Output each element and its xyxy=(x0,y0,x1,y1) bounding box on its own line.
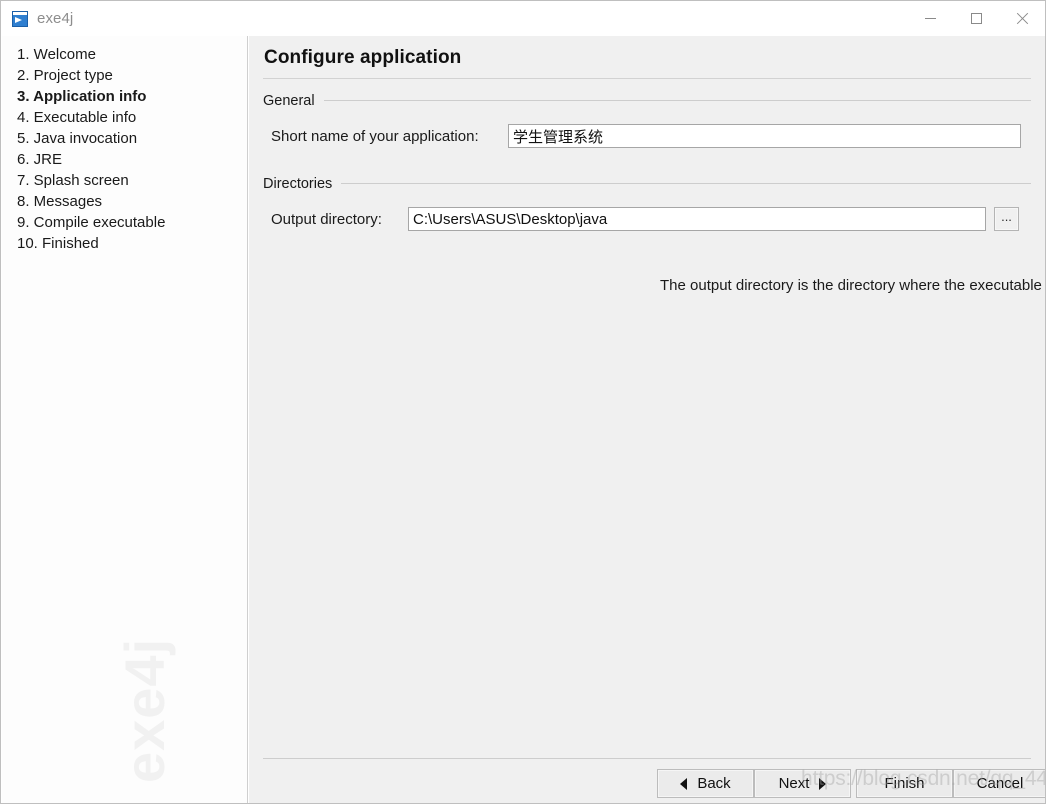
exe4j-brand-watermark: exe4j xyxy=(113,637,176,783)
arrow-right-icon xyxy=(819,777,827,790)
sidebar-item-java-invocation[interactable]: 5. Java invocation xyxy=(17,128,242,149)
finish-button-label: Finish xyxy=(884,775,925,792)
section-header-general: General xyxy=(263,92,1031,109)
sidebar-item-splash-screen[interactable]: 7. Splash screen xyxy=(17,170,242,191)
close-icon xyxy=(1016,12,1029,25)
back-button[interactable]: Back xyxy=(657,769,754,798)
next-button-label: Next xyxy=(778,775,810,792)
maximize-button[interactable] xyxy=(953,1,999,36)
footer-divider xyxy=(263,758,1031,759)
section-rule xyxy=(341,183,1031,184)
exe4j-wizard-window: exe4j 1. Welcome 2. Project type 3. Appl… xyxy=(0,0,1046,804)
finish-button[interactable]: Finish xyxy=(856,769,953,798)
sidebar-item-messages[interactable]: 8. Messages xyxy=(17,191,242,212)
sidebar-item-executable-info[interactable]: 4. Executable info xyxy=(17,107,242,128)
section-label-general: General xyxy=(263,92,315,109)
short-name-input[interactable]: 学生管理系统 xyxy=(508,124,1021,148)
short-name-label: Short name of your application: xyxy=(271,127,479,145)
sidebar-item-jre[interactable]: 6. JRE xyxy=(17,149,242,170)
close-button[interactable] xyxy=(999,1,1045,36)
sidebar-item-finished[interactable]: 10. Finished xyxy=(17,233,242,254)
sidebar-item-application-info[interactable]: 3. Application info xyxy=(17,86,242,107)
title-bar: exe4j xyxy=(1,1,1045,36)
exe4j-app-icon xyxy=(12,10,28,27)
back-button-label: Back xyxy=(697,775,731,792)
step-list: 1. Welcome 2. Project type 3. Applicatio… xyxy=(17,44,242,254)
next-button[interactable]: Next xyxy=(754,769,851,798)
output-directory-hint: The output directory is the directory wh… xyxy=(660,277,1045,294)
window-title: exe4j xyxy=(37,10,74,27)
sidebar-item-project-type[interactable]: 2. Project type xyxy=(17,65,242,86)
wizard-step-sidebar: 1. Welcome 2. Project type 3. Applicatio… xyxy=(2,36,248,803)
main-panel: Configure application General Short name… xyxy=(249,36,1045,803)
cancel-button[interactable]: Cancel xyxy=(953,769,1045,798)
title-divider xyxy=(263,78,1031,79)
section-rule xyxy=(323,100,1031,101)
short-name-row: Short name of your application: 学生管理系统 xyxy=(271,124,1037,148)
maximize-icon xyxy=(970,13,982,24)
sidebar-item-compile-executable[interactable]: 9. Compile executable xyxy=(17,212,242,233)
output-directory-input[interactable]: C:\Users\ASUS\Desktop\java xyxy=(408,207,986,231)
page-title: Configure application xyxy=(264,47,462,68)
window-controls xyxy=(907,1,1045,36)
output-directory-row: Output directory: C:\Users\ASUS\Desktop\… xyxy=(271,207,1037,231)
sidebar-item-welcome[interactable]: 1. Welcome xyxy=(17,44,242,65)
arrow-left-icon xyxy=(680,777,688,790)
minimize-icon xyxy=(924,18,936,19)
minimize-button[interactable] xyxy=(907,1,953,36)
cancel-button-label: Cancel xyxy=(976,775,1024,792)
section-header-directories: Directories xyxy=(263,175,1031,192)
output-directory-label: Output directory: xyxy=(271,210,382,228)
browse-directory-button[interactable]: ... xyxy=(994,207,1019,231)
section-label-directories: Directories xyxy=(263,175,333,192)
footer-button-bar: Back Next Finish Cancel xyxy=(249,769,1045,803)
